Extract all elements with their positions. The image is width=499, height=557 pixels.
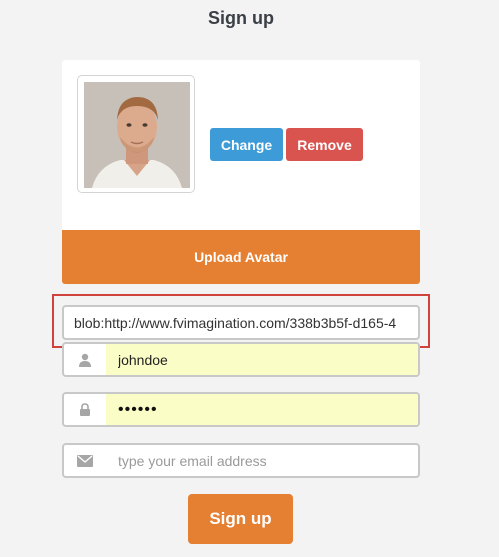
avatar-photo: [84, 82, 190, 188]
email-field[interactable]: [62, 443, 420, 478]
upload-avatar-button[interactable]: Upload Avatar: [62, 230, 420, 284]
change-avatar-button[interactable]: Change: [210, 128, 283, 161]
avatar-url-input[interactable]: [64, 307, 418, 338]
password-field[interactable]: ••••••: [62, 392, 420, 427]
envelope-icon: [64, 445, 106, 476]
portrait-image: [84, 82, 190, 188]
remove-avatar-button[interactable]: Remove: [286, 128, 363, 161]
username-field[interactable]: [62, 342, 420, 377]
avatar-frame: [77, 75, 195, 193]
password-input[interactable]: ••••••: [118, 394, 158, 425]
avatar-card: Change Remove Upload Avatar: [62, 60, 420, 284]
upload-avatar-label: Upload Avatar: [194, 249, 288, 265]
user-icon: [64, 344, 106, 375]
avatar-url-field[interactable]: [62, 305, 420, 340]
signup-button[interactable]: Sign up: [188, 494, 293, 544]
page-title: Sign up: [208, 8, 274, 28]
lock-icon: [64, 394, 106, 425]
email-input[interactable]: [106, 445, 418, 476]
username-input[interactable]: [106, 344, 418, 375]
